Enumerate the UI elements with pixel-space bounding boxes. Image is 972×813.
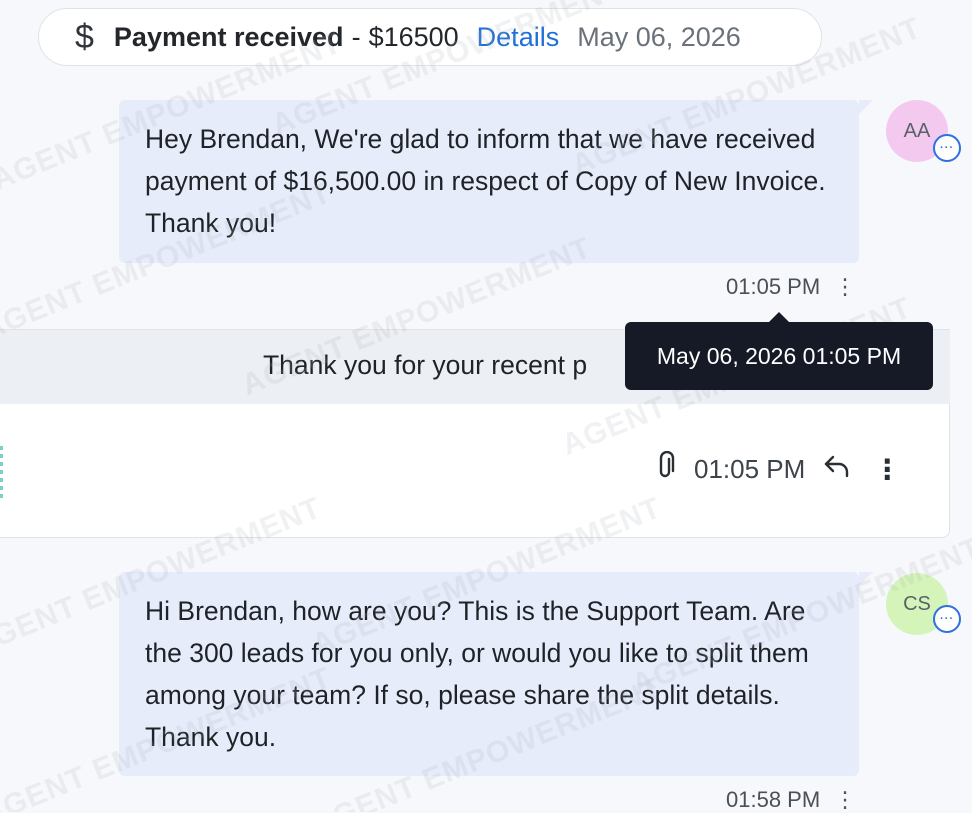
message-time[interactable]: 01:05 PM — [726, 274, 820, 299]
payment-amount: $16500 — [368, 21, 459, 52]
paperclip-icon[interactable] — [654, 450, 676, 488]
avatar-initials: CS — [903, 592, 931, 615]
reply-icon[interactable] — [823, 453, 851, 486]
payment-date: May 06, 2026 — [577, 21, 741, 52]
tooltip-text: May 06, 2026 01:05 PM — [656, 342, 902, 369]
more-vertical-icon[interactable]: ⋮ — [834, 274, 856, 299]
payment-received-banner: $ Payment received - $16500 Details May … — [38, 8, 822, 66]
chat-bubble-icon: ··· — [933, 134, 961, 162]
payment-separator: - — [351, 21, 361, 52]
email-subject: Thank you for your recent p — [263, 350, 588, 380]
more-vertical-icon[interactable]: ⋮ — [873, 453, 901, 486]
message-meta: 01:58 PM ⋮ — [726, 787, 856, 813]
payment-title: Payment received — [113, 21, 344, 52]
timestamp-tooltip: May 06, 2026 01:05 PM — [625, 322, 933, 390]
message-meta: 01:05 PM ⋮ — [726, 274, 856, 300]
chat-bubble-icon: ··· — [933, 605, 961, 633]
message-bubble: Hey Brendan, We're glad to inform that w… — [119, 100, 873, 263]
avatar-initials: AA — [903, 119, 931, 142]
more-vertical-icon[interactable]: ⋮ — [834, 787, 856, 812]
message-bubble: Hi Brendan, how are you? This is the Sup… — [119, 572, 873, 776]
email-left-accent — [0, 446, 3, 498]
dollar-icon: $ — [75, 17, 94, 56]
message-time[interactable]: 01:58 PM — [726, 787, 820, 812]
tooltip-arrow — [769, 312, 789, 322]
bubble-notch — [859, 100, 873, 114]
details-link[interactable]: Details — [477, 22, 560, 53]
bubble-notch — [859, 572, 873, 586]
email-actions: 01:05 PM ⋮ — [654, 450, 901, 488]
message-text: Hi Brendan, how are you? This is the Sup… — [145, 596, 809, 752]
email-time: 01:05 PM — [694, 454, 806, 484]
message-text: Hey Brendan, We're glad to inform that w… — [145, 124, 826, 238]
